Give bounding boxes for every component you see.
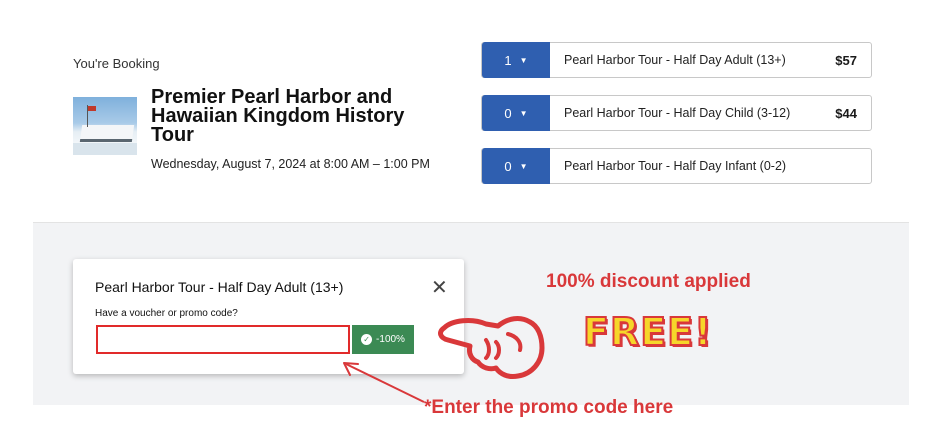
promo-code-input[interactable]	[98, 327, 348, 352]
ticket-row-child: 0 ▼ Pearl Harbor Tour - Half Day Child (…	[481, 95, 872, 131]
booking-label: You're Booking	[73, 56, 160, 71]
ticket-row-adult: 1 ▼ Pearl Harbor Tour - Half Day Adult (…	[481, 42, 872, 78]
quantity-value: 0	[504, 158, 512, 174]
pointing-hand-icon	[438, 316, 545, 379]
chevron-down-icon: ▼	[519, 161, 528, 171]
promo-title: Pearl Harbor Tour - Half Day Adult (13+)	[95, 279, 344, 295]
arrow-icon	[343, 362, 425, 403]
discount-badge: ✓ -100%	[352, 325, 414, 354]
discount-applied-note: 100% discount applied	[546, 271, 751, 292]
promo-code-field	[96, 325, 350, 354]
tour-date: Wednesday, August 7, 2024 at 8:00 AM – 1…	[151, 157, 430, 171]
chevron-down-icon: ▼	[519, 55, 528, 65]
quantity-select-adult[interactable]: 1 ▼	[482, 42, 550, 78]
chevron-down-icon: ▼	[519, 108, 528, 118]
quantity-value: 1	[504, 52, 512, 68]
promo-card: Pearl Harbor Tour - Half Day Adult (13+)…	[73, 259, 464, 374]
ticket-name: Pearl Harbor Tour - Half Day Child (3-12…	[564, 106, 791, 120]
quantity-value: 0	[504, 105, 512, 121]
enter-promo-note: *Enter the promo code here	[424, 397, 674, 418]
check-circle-icon: ✓	[361, 334, 373, 345]
tour-title: Premier Pearl Harbor and Hawaiian Kingdo…	[151, 86, 405, 146]
ticket-price: $57	[835, 52, 857, 68]
discount-badge-label: -100%	[376, 334, 405, 345]
ticket-price: $44	[835, 105, 857, 121]
ticket-row-infant: 0 ▼ Pearl Harbor Tour - Half Day Infant …	[481, 148, 872, 184]
ticket-name: Pearl Harbor Tour - Half Day Adult (13+)	[564, 53, 786, 67]
tour-thumbnail	[73, 97, 137, 155]
ticket-name: Pearl Harbor Tour - Half Day Infant (0-2…	[564, 159, 787, 173]
free-label: FREE!	[582, 309, 713, 355]
promo-question: Have a voucher or promo code?	[95, 308, 238, 319]
quantity-select-child[interactable]: 0 ▼	[482, 95, 550, 131]
quantity-select-infant[interactable]: 0 ▼	[482, 148, 550, 184]
